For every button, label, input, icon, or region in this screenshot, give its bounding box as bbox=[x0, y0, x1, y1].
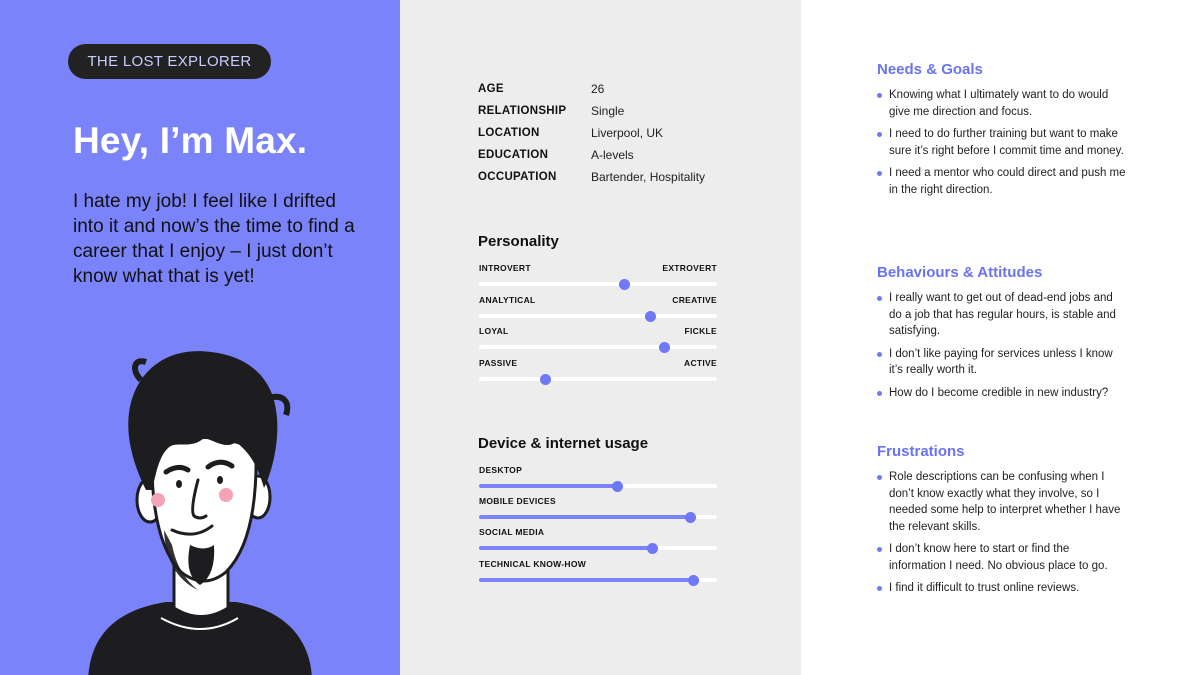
info-row-relationship: RELATIONSHIP Single bbox=[478, 100, 705, 122]
info-value: Single bbox=[591, 104, 625, 118]
list-item: Role descriptions can be confusing when … bbox=[877, 469, 1127, 535]
personality-scale: PASSIVE ACTIVE bbox=[479, 358, 717, 385]
list-item-text: I need to do further training but want t… bbox=[889, 128, 1124, 157]
list-item: I need to do further training but want t… bbox=[877, 126, 1127, 159]
list-item-text: I really want to get out of dead-end job… bbox=[889, 292, 1116, 337]
info-label: LOCATION bbox=[478, 127, 540, 139]
usage-track bbox=[479, 481, 717, 492]
scale-track bbox=[479, 342, 717, 353]
info-label: RELATIONSHIP bbox=[478, 105, 567, 117]
list-item-text: I need a mentor who could direct and pus… bbox=[889, 167, 1126, 196]
usage-bar: TECHNICAL KNOW-HOW bbox=[479, 559, 717, 586]
bullet-icon bbox=[877, 475, 882, 480]
list-item: I need a mentor who could direct and pus… bbox=[877, 165, 1127, 198]
behaviours-title: Behaviours & Attitudes bbox=[877, 264, 1043, 281]
frustrations-title: Frustrations bbox=[877, 443, 965, 460]
usage-fill bbox=[479, 515, 691, 519]
info-label: AGE bbox=[478, 83, 504, 95]
bullet-icon bbox=[877, 586, 882, 591]
usage-track bbox=[479, 543, 717, 554]
usage-fill bbox=[479, 546, 653, 550]
scale-right-label: ACTIVE bbox=[684, 358, 717, 368]
list-item-text: I don’t know here to start or find the i… bbox=[889, 543, 1108, 572]
scale-track bbox=[479, 311, 717, 322]
list-item: I don’t like paying for services unless … bbox=[877, 346, 1127, 379]
bullet-icon bbox=[877, 351, 882, 357]
needs-goals-list: Knowing what I ultimately want to do wou… bbox=[877, 87, 1127, 204]
scale-left-label: ANALYTICAL bbox=[479, 295, 536, 305]
list-item-text: Knowing what I ultimately want to do wou… bbox=[889, 89, 1109, 118]
persona-greeting: Hey, I’m Max. bbox=[73, 120, 308, 161]
usage-label: DESKTOP bbox=[479, 465, 523, 475]
info-value: Bartender, Hospitality bbox=[591, 170, 706, 184]
usage-bar: DESKTOP bbox=[479, 465, 717, 492]
avatar-illustration bbox=[88, 351, 312, 675]
list-item-text: I find it difficult to trust online revi… bbox=[889, 582, 1080, 594]
bullet-icon bbox=[877, 93, 882, 98]
list-item: I find it difficult to trust online revi… bbox=[877, 580, 1127, 597]
list-item-text: Role descriptions can be confusing when … bbox=[889, 471, 1121, 533]
persona-intro: I hate my job! I feel like I drifted int… bbox=[73, 191, 355, 287]
info-label: OCCUPATION bbox=[478, 171, 557, 183]
bullet-icon bbox=[877, 390, 882, 396]
scale-left-label: INTROVERT bbox=[479, 263, 531, 273]
usage-fill bbox=[479, 484, 618, 488]
scale-right-label: FICKLE bbox=[684, 326, 717, 336]
personality-title: Personality bbox=[478, 233, 559, 250]
device-usage-title: Device & internet usage bbox=[478, 435, 649, 452]
info-row-education: EDUCATION A-levels bbox=[478, 144, 705, 166]
usage-label: SOCIAL MEDIA bbox=[479, 527, 545, 537]
usage-bar: MOBILE DEVICES bbox=[479, 496, 717, 523]
usage-label: MOBILE DEVICES bbox=[479, 496, 556, 506]
usage-track bbox=[479, 512, 717, 523]
scale-left-label: PASSIVE bbox=[479, 358, 518, 368]
personality-scale: INTROVERT EXTROVERT bbox=[479, 263, 717, 290]
list-item: I don’t know here to start or find the i… bbox=[877, 541, 1127, 574]
info-value: A-levels bbox=[591, 148, 634, 162]
scale-track bbox=[479, 374, 717, 385]
info-value: 26 bbox=[591, 82, 605, 96]
bullet-icon bbox=[877, 132, 882, 137]
bullet-icon bbox=[877, 547, 882, 552]
personality-scale: LOYAL FICKLE bbox=[479, 326, 717, 353]
scale-track bbox=[479, 279, 717, 290]
frustrations-list: Role descriptions can be confusing when … bbox=[877, 469, 1127, 603]
profile-info-table: AGE 26 RELATIONSHIP Single LOCATION Live… bbox=[478, 78, 705, 188]
scale-thumb bbox=[644, 311, 656, 322]
scale-left-label: LOYAL bbox=[479, 326, 509, 336]
persona-type-badge: THE LOST EXPLORER bbox=[68, 44, 271, 79]
bullet-icon bbox=[877, 296, 882, 301]
bullet-icon bbox=[877, 171, 882, 176]
persona-panel: THE LOST EXPLORER Hey, I’m Max. I hate m… bbox=[0, 0, 400, 675]
scale-right-label: EXTROVERT bbox=[662, 263, 717, 273]
usage-track bbox=[479, 575, 717, 586]
scale-thumb bbox=[618, 279, 630, 290]
info-row-location: LOCATION Liverpool, UK bbox=[478, 122, 705, 144]
scale-right-label: CREATIVE bbox=[672, 295, 717, 305]
list-item: Knowing what I ultimately want to do wou… bbox=[877, 87, 1127, 120]
usage-bar: SOCIAL MEDIA bbox=[479, 527, 717, 554]
list-item-text: I don’t like paying for services unless … bbox=[889, 347, 1113, 377]
info-value: Liverpool, UK bbox=[591, 126, 664, 140]
behaviours-list: I really want to get out of dead-end job… bbox=[877, 290, 1127, 407]
usage-thumb bbox=[687, 575, 699, 586]
list-item: How do I become credible in new industry… bbox=[877, 385, 1127, 402]
info-row-occupation: OCCUPATION Bartender, Hospitality bbox=[478, 166, 705, 188]
needs-goals-title: Needs & Goals bbox=[877, 61, 983, 78]
list-item: I really want to get out of dead-end job… bbox=[877, 290, 1127, 340]
info-row-age: AGE 26 bbox=[478, 78, 705, 100]
usage-label: TECHNICAL KNOW-HOW bbox=[479, 559, 587, 569]
list-item-text: How do I become credible in new industry… bbox=[889, 386, 1109, 399]
usage-fill bbox=[479, 578, 694, 582]
info-label: EDUCATION bbox=[478, 149, 549, 161]
usage-thumb bbox=[611, 481, 623, 492]
personality-scale: ANALYTICAL CREATIVE bbox=[479, 295, 717, 322]
